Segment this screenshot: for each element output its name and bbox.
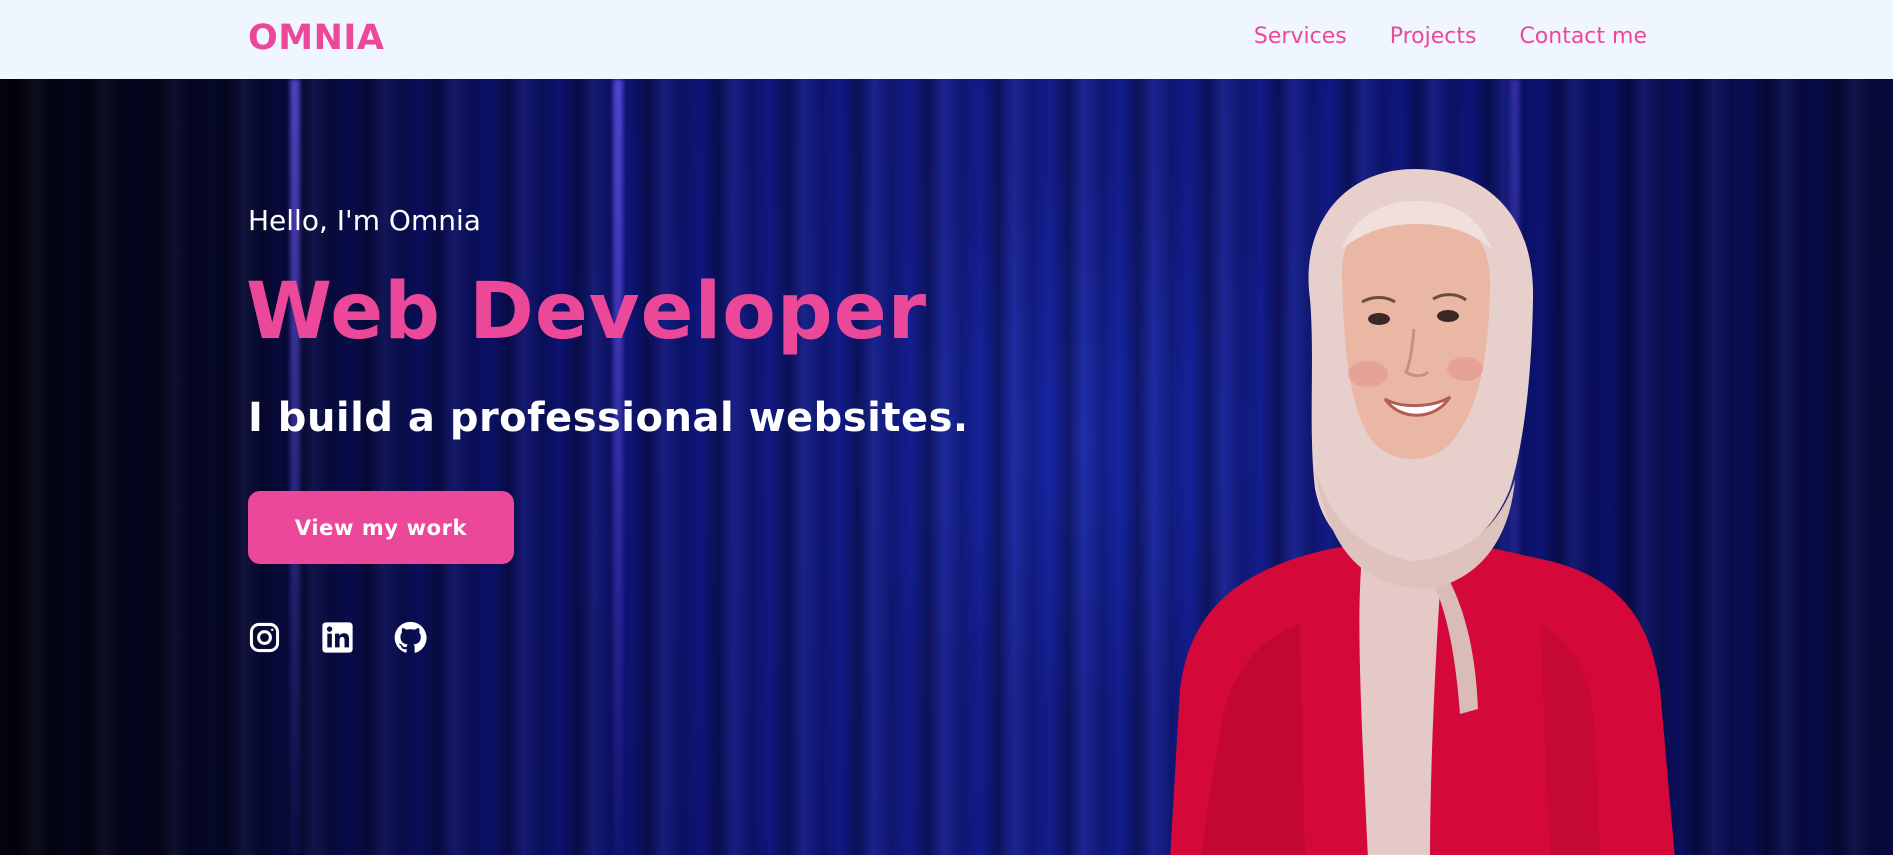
portrait-image [1170,169,1675,855]
hero-greeting: Hello, I'm Omnia [248,204,481,237]
instagram-icon[interactable] [248,621,281,654]
nav-link-contact[interactable]: Contact me [1519,24,1647,49]
social-links [248,621,427,654]
curtain-highlight [613,79,623,855]
curtain-highlight [290,79,300,855]
navbar: OMNIA Services Projects Contact me [0,0,1893,79]
github-icon[interactable] [394,621,427,654]
hero-section: Hello, I'm Omnia Web Developer I build a… [0,79,1893,855]
hero-headline: Web Developer [246,267,928,357]
nav-links: Services Projects Contact me [1254,24,1647,49]
view-my-work-button[interactable]: View my work [248,491,514,564]
linkedin-icon[interactable] [321,621,354,654]
hero-subheadline: I build a professional websites. [248,395,969,441]
nav-link-services[interactable]: Services [1254,24,1347,49]
nav-link-projects[interactable]: Projects [1390,24,1477,49]
brand-logo[interactable]: OMNIA [248,18,384,58]
